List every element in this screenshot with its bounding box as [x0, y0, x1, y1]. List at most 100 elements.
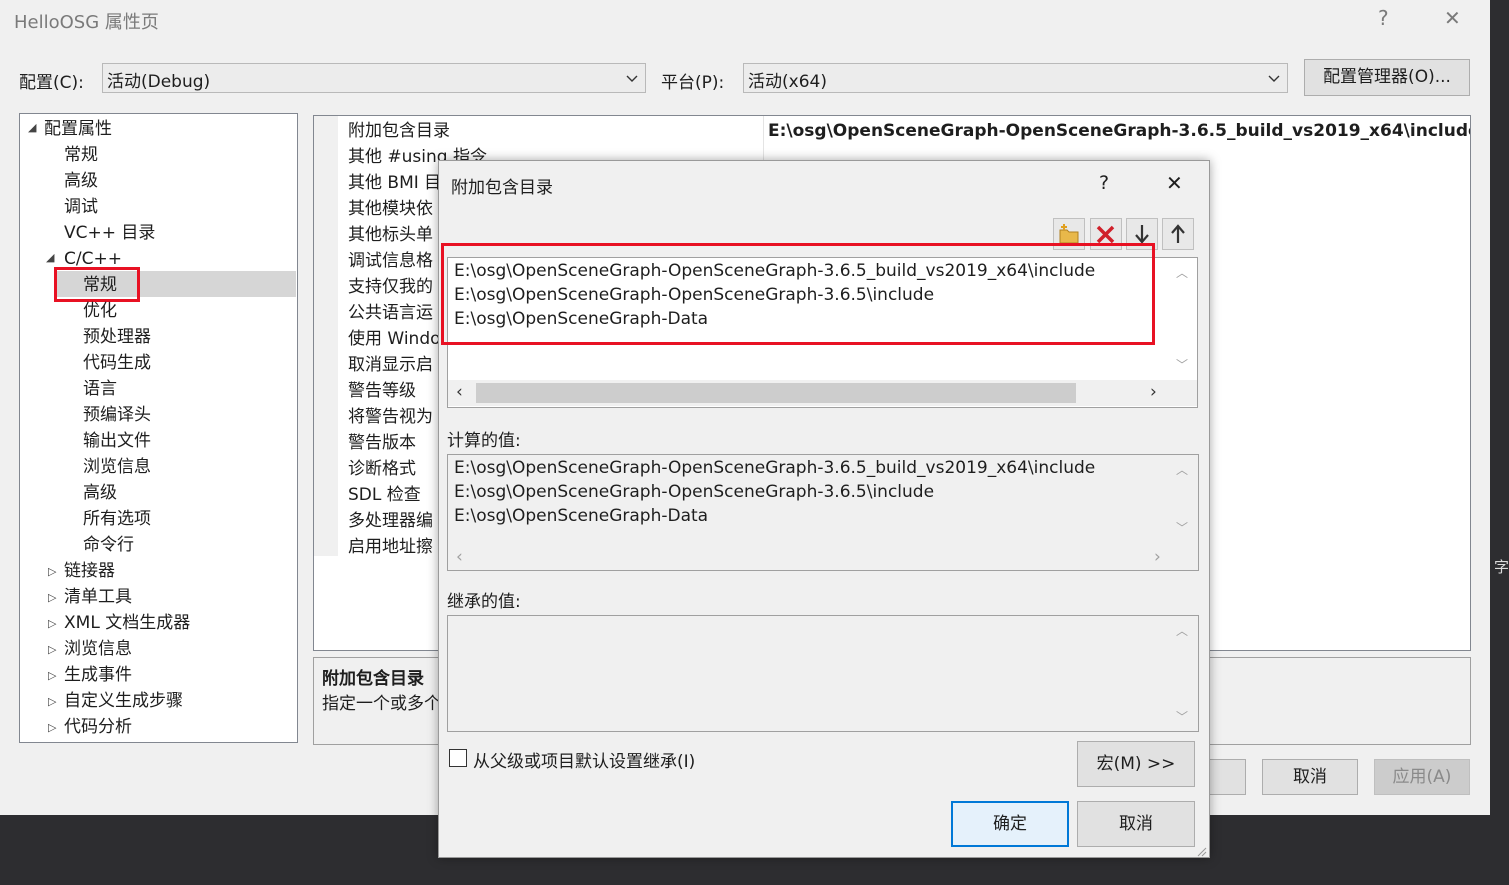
scroll-right-icon[interactable]: › — [1150, 382, 1157, 402]
property-name[interactable]: 其他模块依 — [348, 196, 433, 222]
scroll-down-icon[interactable]: ﹀ — [1176, 519, 1188, 536]
inherited-label: 继承的值: — [447, 592, 521, 612]
property-value[interactable]: E:\osg\OpenSceneGraph-OpenSceneGraph-3.6… — [768, 118, 1470, 144]
property-name[interactable]: 多处理器编 — [348, 508, 433, 534]
scroll-up-icon[interactable]: ︿ — [1176, 461, 1188, 478]
category-tree: ◢ 配置属性 常规 高级 调试 VC++ 目录 ◢ C/C++ 常规 优化 预处… — [19, 113, 298, 743]
tree-item-output-files[interactable]: 输出文件 — [83, 428, 151, 454]
move-up-button[interactable] — [1162, 218, 1194, 250]
cancel-button[interactable]: 取消 — [1262, 759, 1358, 795]
property-name[interactable]: 警告等级 — [348, 378, 416, 404]
collapsed-arrow-icon[interactable]: ▷ — [48, 643, 56, 656]
additional-include-dialog: 附加包含目录 ? ✕ E:\osg\OpenSceneGraph-OpenSce… — [438, 160, 1210, 858]
tree-item-precompiled-headers[interactable]: 预编译头 — [83, 402, 151, 428]
computed-values-box: E:\osg\OpenSceneGraph-OpenSceneGraph-3.6… — [447, 454, 1199, 571]
close-button[interactable]: ✕ — [1444, 6, 1461, 30]
collapsed-arrow-icon[interactable]: ▷ — [48, 591, 56, 604]
property-name[interactable]: SDL 检查 — [348, 482, 421, 508]
tree-item-linker[interactable]: 链接器 — [64, 558, 115, 584]
scroll-right-icon[interactable]: › — [1154, 547, 1161, 567]
property-name[interactable]: 取消显示启 — [348, 352, 433, 378]
chevron-down-icon — [1268, 75, 1280, 82]
collapsed-arrow-icon[interactable]: ▷ — [48, 669, 56, 682]
tree-item-code-generation[interactable]: 代码生成 — [83, 350, 151, 376]
scroll-down-icon[interactable]: ﹀ — [1176, 356, 1188, 373]
scroll-left-icon[interactable]: ‹ — [456, 382, 463, 402]
computed-line: E:\osg\OpenSceneGraph-Data — [454, 506, 709, 526]
property-name[interactable]: 使用 Windo — [348, 326, 441, 352]
dialog-cancel-button[interactable]: 取消 — [1077, 801, 1195, 847]
tree-item-vc-directories[interactable]: VC++ 目录 — [64, 220, 155, 246]
tree-item-general[interactable]: 常规 — [64, 142, 98, 168]
tree-item-advanced[interactable]: 高级 — [64, 168, 98, 194]
tree-item-custom-build[interactable]: 自定义生成步骤 — [64, 688, 183, 714]
property-name[interactable]: 将警告视为 — [348, 404, 433, 430]
macros-button[interactable]: 宏(M) >> — [1077, 741, 1195, 787]
tree-item-config-properties[interactable]: 配置属性 — [44, 116, 112, 142]
collapsed-arrow-icon[interactable]: ▷ — [48, 565, 56, 578]
property-name[interactable]: 启用地址擦 — [348, 534, 433, 560]
platform-combo[interactable]: 活动(x64) — [743, 63, 1288, 93]
scroll-thumb[interactable] — [476, 383, 1076, 403]
tree-item-manifest-tool[interactable]: 清单工具 — [64, 584, 132, 610]
tree-item-preprocessor[interactable]: 预处理器 — [83, 324, 151, 350]
property-name[interactable]: 调试信息格 — [348, 248, 433, 274]
tree-item-code-analysis[interactable]: 代码分析 — [64, 714, 132, 740]
tree-item-command-line[interactable]: 命令行 — [83, 532, 134, 558]
dialog-ok-button[interactable]: 确定 — [951, 801, 1069, 847]
scroll-left-icon[interactable]: ‹ — [456, 547, 463, 567]
tree-item-browse-info[interactable]: 浏览信息 — [83, 454, 151, 480]
collapsed-arrow-icon[interactable]: ▷ — [48, 617, 56, 630]
tree-item-all-options[interactable]: 所有选项 — [83, 506, 151, 532]
inherit-checkbox[interactable] — [449, 749, 467, 767]
move-up-icon — [1171, 224, 1185, 243]
property-name[interactable]: 附加包含目录 — [348, 118, 450, 144]
expanded-arrow-icon[interactable]: ◢ — [28, 121, 36, 134]
window-title: HelloOSG 属性页 — [14, 12, 159, 33]
property-name[interactable]: 支持仅我的 — [348, 274, 433, 300]
collapsed-arrow-icon[interactable]: ▷ — [48, 695, 56, 708]
grid-gutter — [314, 116, 338, 556]
tree-item-debugging[interactable]: 调试 — [64, 194, 98, 220]
side-text: 字 — [1494, 558, 1509, 576]
scroll-up-icon[interactable]: ︿ — [1176, 622, 1188, 639]
property-name[interactable]: 其他 BMI 目 — [348, 170, 441, 196]
tree-item-xml-doc[interactable]: XML 文档生成器 — [64, 610, 190, 636]
chevron-down-icon — [626, 75, 638, 82]
tree-item-browse-info-2[interactable]: 浏览信息 — [64, 636, 132, 662]
tree-item-optimization[interactable]: 优化 — [83, 298, 117, 324]
platform-value: 活动(x64) — [748, 72, 827, 92]
computed-line: E:\osg\OpenSceneGraph-OpenSceneGraph-3.6… — [454, 482, 935, 502]
highlight-box — [441, 243, 1155, 345]
inherited-values-box: ︿ ﹀ — [447, 615, 1199, 732]
dialog-title: 附加包含目录 — [451, 178, 553, 198]
dialog-close-button[interactable]: ✕ — [1166, 171, 1183, 195]
property-name[interactable]: 警告版本 — [348, 430, 416, 456]
highlight-box — [54, 267, 140, 302]
dialog-help-button[interactable]: ? — [1099, 172, 1109, 194]
config-manager-button[interactable]: 配置管理器(O)... — [1304, 59, 1470, 96]
resize-grip-icon[interactable] — [1195, 845, 1207, 857]
inherit-checkbox-label[interactable]: 从父级或项目默认设置继承(I) — [473, 747, 695, 772]
tree-item-cpp-advanced[interactable]: 高级 — [83, 480, 117, 506]
config-label: 配置(C): — [19, 73, 84, 93]
horizontal-scrollbar[interactable]: ‹ › — [448, 380, 1197, 406]
title-bar: HelloOSG 属性页 ? ✕ — [0, 0, 1490, 42]
description-title: 附加包含目录 — [322, 669, 424, 689]
config-value: 活动(Debug) — [107, 72, 211, 92]
computed-line: E:\osg\OpenSceneGraph-OpenSceneGraph-3.6… — [454, 458, 1096, 478]
property-name[interactable]: 其他标头单 — [348, 222, 433, 248]
property-name[interactable]: 诊断格式 — [348, 456, 416, 482]
scroll-down-icon[interactable]: ﹀ — [1176, 708, 1188, 725]
property-name[interactable]: 公共语言运 — [348, 300, 433, 326]
config-combo[interactable]: 活动(Debug) — [102, 63, 646, 93]
description-text: 指定一个或多个 — [322, 694, 441, 714]
help-button[interactable]: ? — [1378, 6, 1389, 30]
scroll-up-icon[interactable]: ︿ — [1176, 264, 1188, 281]
tree-item-language[interactable]: 语言 — [83, 376, 117, 402]
expanded-arrow-icon[interactable]: ◢ — [46, 251, 54, 264]
collapsed-arrow-icon[interactable]: ▷ — [48, 721, 56, 734]
apply-button[interactable]: 应用(A) — [1374, 759, 1470, 795]
tree-item-build-events[interactable]: 生成事件 — [64, 662, 132, 688]
computed-label: 计算的值: — [447, 431, 521, 451]
